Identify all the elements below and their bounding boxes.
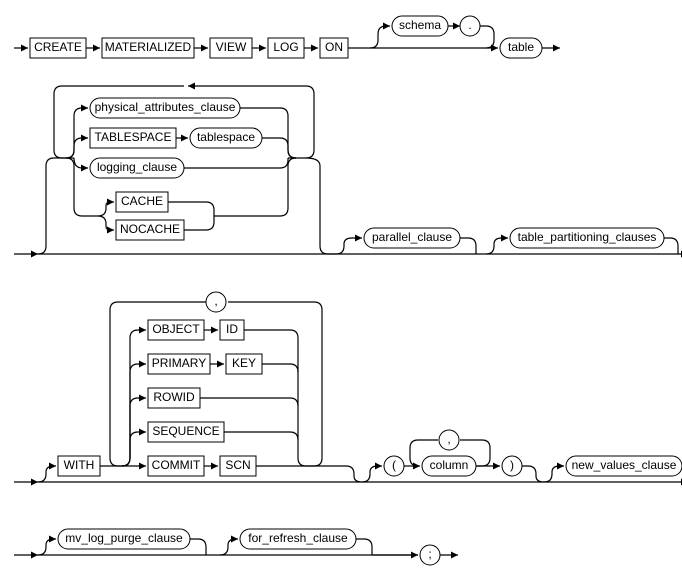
nonterm-parallel-clause-label: parallel_clause	[372, 230, 452, 244]
keyword-tablespace-label: TABLESPACE	[95, 130, 172, 144]
keyword-sequence-label: SEQUENCE	[152, 424, 219, 438]
keyword-commit-label: COMMIT	[152, 458, 201, 472]
keyword-nocache-label: NOCACHE	[120, 222, 180, 236]
nonterm-schema-label: schema	[399, 18, 441, 32]
row-3: WITH OBJECT ID PRIMARY KEY ROWID SEQUENC…	[14, 292, 682, 482]
keyword-on-label: ON	[325, 40, 343, 54]
token-rparen-label: )	[510, 458, 514, 472]
railroad-diagram: CREATE MATERIALIZED VIEW LOG ON schema .…	[10, 10, 682, 577]
nonterm-table-partitioning-label: table_partitioning_clauses	[518, 230, 657, 244]
nonterm-physical-attributes-label: physical_attributes_clause	[95, 100, 236, 114]
row-2: physical_attributes_clause TABLESPACE ta…	[14, 86, 682, 254]
keyword-primary-label: PRIMARY	[152, 356, 206, 370]
nonterm-table-label: table	[508, 40, 534, 54]
keyword-scn-label: SCN	[225, 458, 250, 472]
token-dot-label: .	[468, 18, 471, 32]
keyword-with-label: WITH	[64, 458, 95, 472]
keyword-object-label: OBJECT	[152, 322, 200, 336]
keyword-create-label: CREATE	[34, 40, 82, 54]
keyword-log-label: LOG	[273, 40, 298, 54]
nonterm-tablespace-label: tablespace	[197, 130, 255, 144]
token-comma-2-label: ,	[447, 432, 450, 446]
keyword-id-label: ID	[226, 322, 238, 336]
keyword-rowid-label: ROWID	[153, 390, 195, 404]
keyword-key-label: KEY	[232, 356, 256, 370]
nonterm-new-values-clause-label: new_values_clause	[572, 458, 677, 472]
token-lparen-label: (	[392, 458, 396, 472]
nonterm-logging-clause-label: logging_clause	[97, 160, 177, 174]
nonterm-for-refresh-label: for_refresh_clause	[248, 531, 348, 545]
row-4: mv_log_purge_clause for_refresh_clause ;	[14, 529, 458, 565]
keyword-view-label: VIEW	[216, 40, 247, 54]
token-semicolon-label: ;	[428, 547, 431, 561]
keyword-cache-label: CACHE	[121, 194, 163, 208]
row-1: CREATE MATERIALIZED VIEW LOG ON schema .…	[14, 16, 560, 58]
token-comma-1-label: ,	[214, 294, 217, 308]
keyword-materialized-label: MATERIALIZED	[105, 40, 192, 54]
nonterm-column-label: column	[430, 458, 469, 472]
nonterm-mv-log-purge-label: mv_log_purge_clause	[65, 531, 183, 545]
